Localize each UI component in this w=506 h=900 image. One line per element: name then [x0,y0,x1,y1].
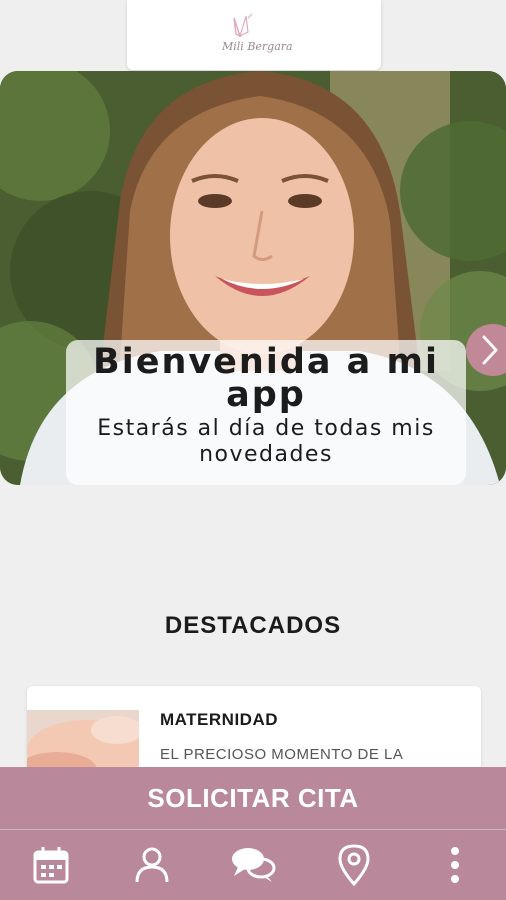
location-pin-icon [338,844,370,886]
chat-bubbles-icon [231,848,276,882]
chevron-right-icon [482,335,498,365]
nav-location[interactable] [319,835,389,895]
section-title: DESTACADOS [164,612,342,639]
user-icon [135,847,169,883]
featured-item-title: MATERNIDAD [160,710,279,729]
hero-title: Bienvenida a mi app [93,342,439,415]
nav-profile[interactable] [117,835,187,895]
more-vertical-icon [451,847,460,883]
nav-more[interactable] [420,835,490,895]
butterfly-logo-icon: Mili Bergara [221,13,293,53]
nav-calendar[interactable] [16,835,86,895]
request-appointment-button[interactable]: SOLICITAR CITA [0,767,506,830]
featured-item-text: EL PRECIOSO MOMENTO DE LA [160,746,404,763]
nav-messages[interactable] [218,835,288,895]
request-appointment-label: SOLICITAR CITA [147,782,359,813]
hero-subtitle: Estarás al día de todas mis novedades [97,416,435,467]
calendar-icon [33,847,69,884]
logo-card: Mili Bergara [127,0,381,70]
bottom-navigation [0,830,506,900]
app-screen: Mili Bergara Bienvenida a mi app Estarás… [0,0,506,900]
hero-caption: Bienvenida a mi app Estarás al día de to… [66,340,466,485]
logo-text: Mili Bergara [221,40,293,53]
